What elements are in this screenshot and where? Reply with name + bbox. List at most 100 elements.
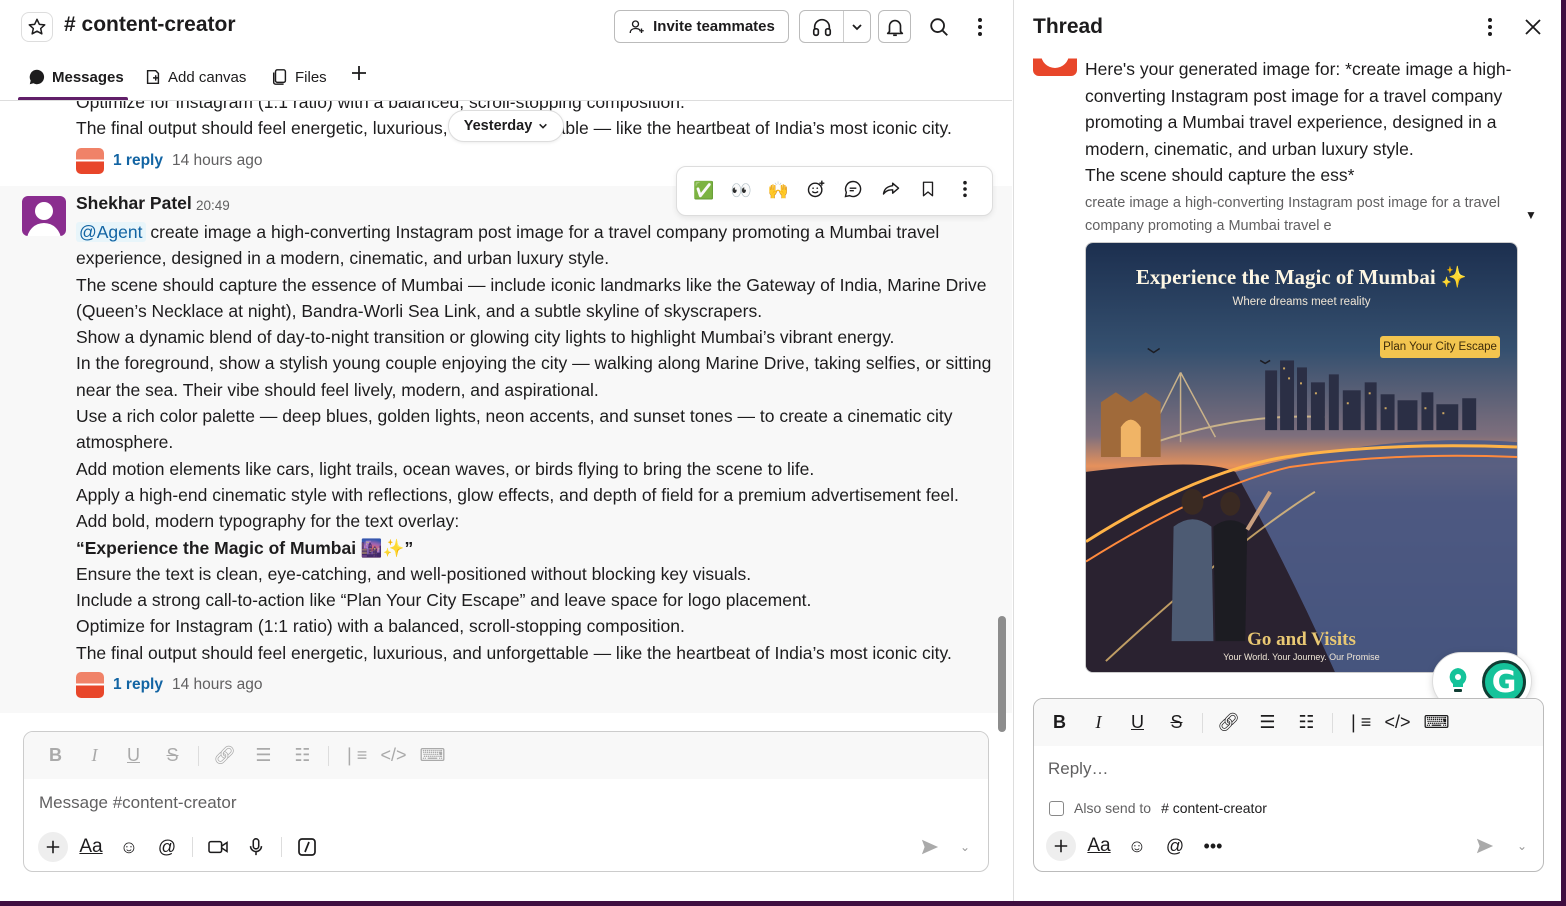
link-icon[interactable]: 🔗︎ bbox=[1209, 712, 1248, 733]
close-icon bbox=[1525, 19, 1541, 35]
channel-more-button[interactable] bbox=[970, 14, 990, 40]
message-line: @Agent create image a high-converting In… bbox=[76, 219, 996, 272]
italic-icon[interactable]: I bbox=[75, 745, 114, 766]
also-send-checkbox[interactable] bbox=[1049, 800, 1064, 816]
emoji-icon[interactable]: ☺ bbox=[110, 832, 148, 862]
underline-icon[interactable]: U bbox=[114, 745, 153, 766]
ordered-list-icon[interactable]: ☰ bbox=[244, 745, 283, 766]
window-frame-bottom bbox=[0, 901, 1566, 906]
mention-agent[interactable]: @Agent bbox=[76, 222, 146, 242]
more-actions-button[interactable] bbox=[950, 180, 980, 203]
close-thread-button[interactable] bbox=[1520, 14, 1546, 40]
message-item[interactable]: Shekhar Patel 20:49 @Agent create image … bbox=[0, 186, 1012, 713]
bold-icon[interactable]: B bbox=[36, 745, 75, 766]
composer-actions: Aa ☺ @ bbox=[34, 832, 326, 862]
underline-icon[interactable]: U bbox=[1118, 712, 1157, 733]
message-timestamp[interactable]: 20:49 bbox=[196, 198, 230, 213]
tab-add-canvas[interactable]: Add canvas bbox=[144, 68, 246, 86]
send-options-icon[interactable]: ⌄ bbox=[1517, 839, 1527, 853]
formatting-toggle-icon[interactable]: Aa bbox=[1080, 831, 1118, 861]
star-channel-button[interactable] bbox=[21, 12, 53, 42]
also-send-label: Also send to bbox=[1074, 800, 1152, 816]
blockquote-icon[interactable]: ❘≡ bbox=[335, 745, 374, 766]
add-reaction-button[interactable] bbox=[801, 179, 831, 204]
channel-title[interactable]: # content-creator bbox=[64, 13, 236, 37]
shortcuts-icon[interactable] bbox=[288, 832, 326, 862]
reply-in-thread-button[interactable] bbox=[838, 179, 868, 204]
tab-files[interactable]: Files bbox=[271, 68, 327, 86]
message-line: Optimize for Instagram (1:1 ratio) with … bbox=[76, 616, 685, 637]
kebab-icon bbox=[1488, 18, 1492, 36]
forward-button[interactable] bbox=[876, 179, 906, 204]
date-divider-button[interactable]: Yesterday bbox=[448, 110, 564, 142]
blockquote-icon[interactable]: ❘≡ bbox=[1339, 712, 1378, 733]
microphone-icon[interactable] bbox=[237, 832, 275, 862]
strikethrough-icon[interactable]: S bbox=[1157, 712, 1196, 733]
send-icon[interactable] bbox=[1475, 837, 1495, 860]
previous-thread-summary[interactable]: 1 reply 14 hours ago bbox=[76, 148, 262, 174]
message-line: The scene should capture the essence of … bbox=[76, 274, 987, 321]
more-icon[interactable]: ••• bbox=[1194, 831, 1232, 861]
reply-time: 14 hours ago bbox=[171, 152, 263, 169]
bot-avatar[interactable] bbox=[1033, 54, 1077, 76]
image-cta-badge: Plan Your City Escape bbox=[1380, 336, 1500, 358]
send-icon[interactable] bbox=[920, 838, 940, 861]
bulleted-list-icon[interactable]: ☷ bbox=[1287, 712, 1326, 733]
collapse-attachment-icon[interactable]: ▼ bbox=[1525, 208, 1537, 222]
avatar[interactable] bbox=[22, 196, 66, 236]
attachment-name[interactable]: create image a high-converting Instagram… bbox=[1085, 192, 1505, 238]
attach-button[interactable] bbox=[1042, 831, 1080, 861]
code-block-icon[interactable]: ⌨ bbox=[1417, 712, 1456, 733]
notifications-button[interactable] bbox=[878, 10, 911, 43]
message-author[interactable]: Shekhar Patel bbox=[76, 193, 192, 214]
reaction-raised-hands-button[interactable]: 🙌 bbox=[763, 181, 793, 201]
add-tab-button[interactable] bbox=[350, 64, 368, 82]
invite-teammates-button[interactable]: Invite teammates bbox=[614, 10, 789, 43]
channel-tabs: Messages Add canvas Files bbox=[0, 56, 1012, 101]
reply-count-link[interactable]: 1 reply bbox=[113, 676, 163, 694]
mention-icon[interactable]: @ bbox=[148, 832, 186, 862]
replier-avatar bbox=[76, 672, 104, 698]
channel-header: # content-creator Invite teammates bbox=[0, 0, 1012, 54]
message-scrollbar[interactable] bbox=[998, 616, 1006, 732]
attach-button[interactable] bbox=[34, 832, 72, 862]
tab-messages[interactable]: Messages bbox=[28, 68, 124, 86]
message-line: Apply a high-end cinematic style with re… bbox=[76, 484, 959, 505]
send-options-icon[interactable]: ⌄ bbox=[960, 840, 970, 854]
huddle-button[interactable] bbox=[800, 11, 844, 42]
reply-input[interactable]: Reply… bbox=[1048, 759, 1108, 779]
bulleted-list-icon[interactable]: ☷ bbox=[283, 745, 322, 766]
reaction-eyes-button[interactable]: 👀 bbox=[726, 181, 756, 201]
ordered-list-icon[interactable]: ☰ bbox=[1248, 712, 1287, 733]
mention-icon[interactable]: @ bbox=[1156, 831, 1194, 861]
code-icon[interactable]: </> bbox=[374, 745, 413, 766]
search-button[interactable] bbox=[922, 10, 955, 43]
generated-image[interactable]: Experience the Magic of Mumbai ✨ Where d… bbox=[1085, 242, 1518, 673]
active-tab-indicator bbox=[18, 97, 128, 100]
thread-message-text: Here's your generated image for: *create… bbox=[1085, 56, 1535, 189]
reply-count-link[interactable]: 1 reply bbox=[113, 152, 163, 170]
message-input[interactable]: Message #content-creator bbox=[39, 793, 237, 813]
files-icon bbox=[272, 69, 287, 85]
toolbar-divider bbox=[1332, 712, 1333, 733]
thread-more-button[interactable] bbox=[1480, 14, 1500, 40]
reaction-check-button[interactable]: ✅ bbox=[689, 181, 719, 201]
huddle-button-group[interactable] bbox=[799, 10, 871, 43]
strikethrough-icon[interactable]: S bbox=[153, 745, 192, 766]
video-icon[interactable] bbox=[199, 832, 237, 862]
thread-summary[interactable]: 1 reply 14 hours ago bbox=[76, 672, 262, 698]
formatting-toggle-icon[interactable]: Aa bbox=[72, 832, 110, 862]
message-line: The scene should capture the ess* bbox=[1085, 165, 1355, 185]
code-block-icon[interactable]: ⌨ bbox=[413, 745, 452, 766]
huddle-options-button[interactable] bbox=[844, 21, 870, 33]
italic-icon[interactable]: I bbox=[1079, 712, 1118, 733]
save-button[interactable] bbox=[913, 180, 943, 203]
message-line: Show a dynamic blend of day-to-night tra… bbox=[76, 327, 895, 348]
bold-icon[interactable]: B bbox=[1040, 712, 1079, 733]
share-icon bbox=[882, 181, 899, 195]
formatting-toolbar: B I U S 🔗︎ ☰ ☷ ❘≡ </> ⌨ bbox=[1034, 699, 1543, 746]
code-icon[interactable]: </> bbox=[1378, 712, 1417, 733]
emoji-icon[interactable]: ☺ bbox=[1118, 831, 1156, 861]
link-icon[interactable]: 🔗︎ bbox=[205, 745, 244, 766]
chevron-down-icon bbox=[539, 123, 548, 129]
